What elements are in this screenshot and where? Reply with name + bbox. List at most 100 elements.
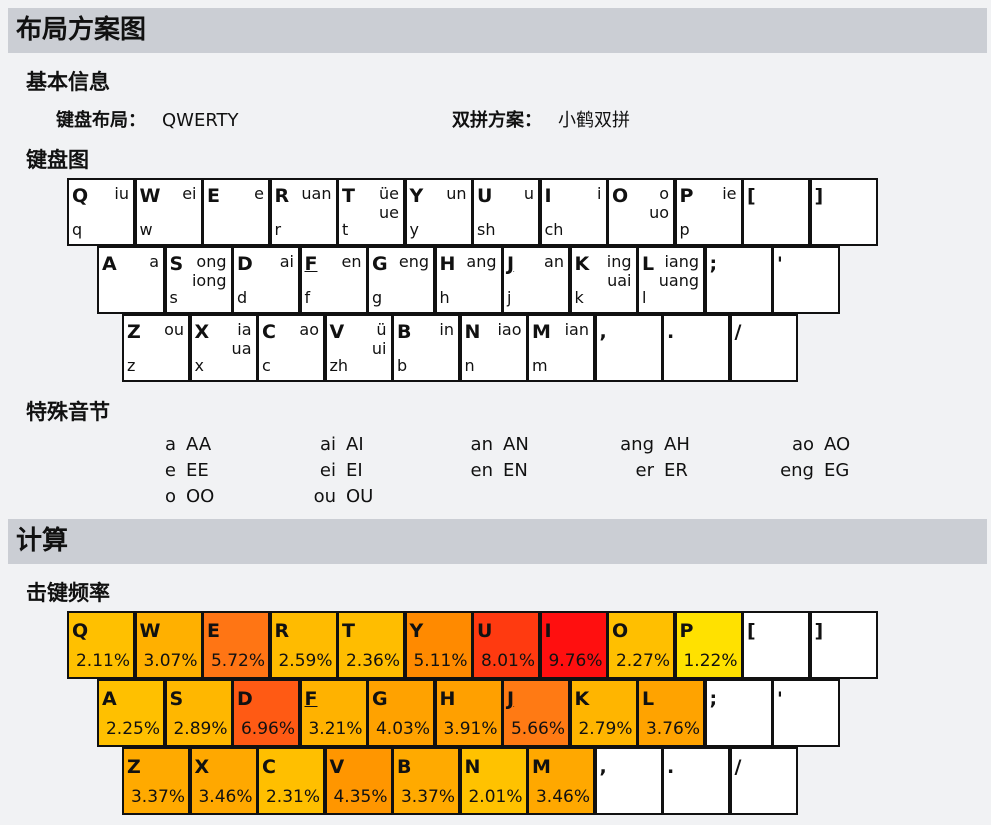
freq-key-R: R 2.59% — [269, 611, 338, 679]
freq-key-percent: 1.22% — [683, 651, 738, 671]
freq-key-letter: C — [262, 756, 276, 778]
key-letter: D — [237, 253, 253, 275]
key-initial: p — [679, 220, 690, 239]
freq-key-letter: [ — [747, 620, 756, 642]
key-letter: O — [612, 185, 629, 207]
key-finals: an — [544, 252, 564, 271]
keyboard-map-heading: 键盘图 — [26, 148, 89, 172]
key-finals: iao — [497, 320, 521, 339]
key-final: an — [544, 252, 564, 271]
freq-key-S: S 2.89% — [164, 679, 233, 747]
syllable-code: EI — [346, 460, 363, 481]
freq-key-B: B 3.37% — [392, 747, 460, 815]
key-initial: zh — [329, 356, 349, 375]
key-finals: ian — [565, 320, 589, 339]
syllable-pinyin: ang — [620, 434, 654, 455]
key-O: Oo uo — [607, 178, 675, 246]
key-final: i — [597, 184, 602, 203]
syllable-code: ER — [664, 460, 688, 481]
freq-key-percent: 2.59% — [278, 651, 333, 671]
key-letter: Q — [72, 185, 89, 207]
key-final: uang — [658, 271, 699, 290]
special-syllable: a AA — [150, 434, 211, 455]
freq-key-T: T 2.36% — [337, 611, 405, 679]
key-letter: X — [194, 321, 210, 343]
key-initial: q — [72, 220, 83, 239]
syllable-pinyin: e — [164, 460, 176, 481]
key-initial: sh — [477, 220, 496, 239]
freq-key-letter: B — [397, 756, 412, 778]
syllable-code: AO — [824, 434, 851, 455]
freq-key-G: G 4.03% — [367, 679, 435, 747]
key-initial: h — [439, 288, 450, 307]
key-T: Tt üe ue — [337, 178, 405, 246]
freq-key-,: , — [594, 747, 663, 815]
key-letter: Z — [127, 321, 141, 343]
key-finals: ang — [466, 252, 496, 271]
key-finals: ü ui — [372, 320, 387, 358]
syllable-code: OO — [186, 486, 215, 507]
key-final: ui — [371, 339, 387, 358]
key-letter: ] — [814, 185, 824, 207]
freq-key-percent: 2.01% — [468, 787, 523, 807]
key-W: Ww ei — [134, 178, 203, 246]
key-,: , — [594, 314, 663, 382]
key-final: eng — [398, 252, 429, 271]
key-final: iong — [191, 271, 227, 290]
freq-key-E: E 5.72% — [202, 611, 270, 679]
freq-key-letter: Z — [127, 756, 141, 778]
key-final: iao — [497, 320, 522, 339]
freq-key-;: ; — [704, 679, 773, 747]
key-Q: Qq iu — [67, 178, 135, 246]
freq-key-[: [ — [742, 611, 810, 679]
key-initial: n — [464, 356, 475, 375]
key-R: Rr uan — [269, 178, 338, 246]
key-H: Hh ang — [434, 246, 503, 314]
freq-key-letter: S — [169, 688, 184, 710]
key-initial: t — [342, 220, 349, 239]
freq-key-V: V 4.35% — [324, 747, 393, 815]
freq-key-percent: 4.03% — [375, 719, 430, 739]
key-E: Ee — [202, 178, 270, 246]
freq-key-': ' — [772, 679, 840, 747]
freq-key-C: C 2.31% — [257, 747, 325, 815]
key-D: Dd ai — [232, 246, 300, 314]
key-final: ong — [196, 252, 227, 271]
layout-section-title: 布局方案图 — [16, 15, 147, 45]
key-finals: ao — [299, 320, 319, 339]
key-letter: J — [507, 253, 515, 275]
key-final: üe — [379, 184, 399, 203]
syllable-pinyin: an — [470, 434, 493, 455]
special-syllable: e EE — [150, 460, 209, 481]
key-final: ie — [722, 184, 737, 203]
key-final: uai — [607, 271, 632, 290]
syllable-code: AN — [503, 434, 529, 455]
freq-key-percent: 2.31% — [265, 787, 320, 807]
special-syllable: en EN — [457, 460, 528, 481]
special-syllable: ei EI — [300, 460, 363, 481]
key-final: ian — [564, 320, 589, 339]
syllable-code: OU — [346, 486, 374, 507]
key-final: e — [254, 184, 264, 203]
freq-key-percent: 3.76% — [645, 719, 700, 739]
freq-key-letter: / — [734, 756, 742, 778]
syllable-pinyin: ai — [319, 434, 336, 455]
key-letter: V — [329, 321, 345, 343]
freq-key-percent: 2.36% — [345, 651, 400, 671]
key-letter: E — [207, 185, 220, 207]
shuangpin-scheme-label: 双拼方案： — [452, 110, 542, 131]
freq-key-letter: Y — [409, 620, 424, 642]
freq-key-letter: F — [304, 688, 318, 710]
key-initial: k — [574, 288, 584, 307]
freq-key-letter: I — [544, 620, 552, 642]
freq-key-percent: 5.11% — [413, 651, 468, 671]
key-final: a — [149, 252, 159, 271]
freq-key-letter: K — [574, 688, 590, 710]
key-finals: iu — [114, 184, 129, 203]
key-letter: P — [679, 185, 694, 207]
key-': ' — [772, 246, 840, 314]
special-syllable: ao AO — [760, 434, 850, 455]
key-initial: y — [409, 220, 419, 239]
freq-key-P: P 1.22% — [674, 611, 743, 679]
special-syllable: o OO — [150, 486, 214, 507]
